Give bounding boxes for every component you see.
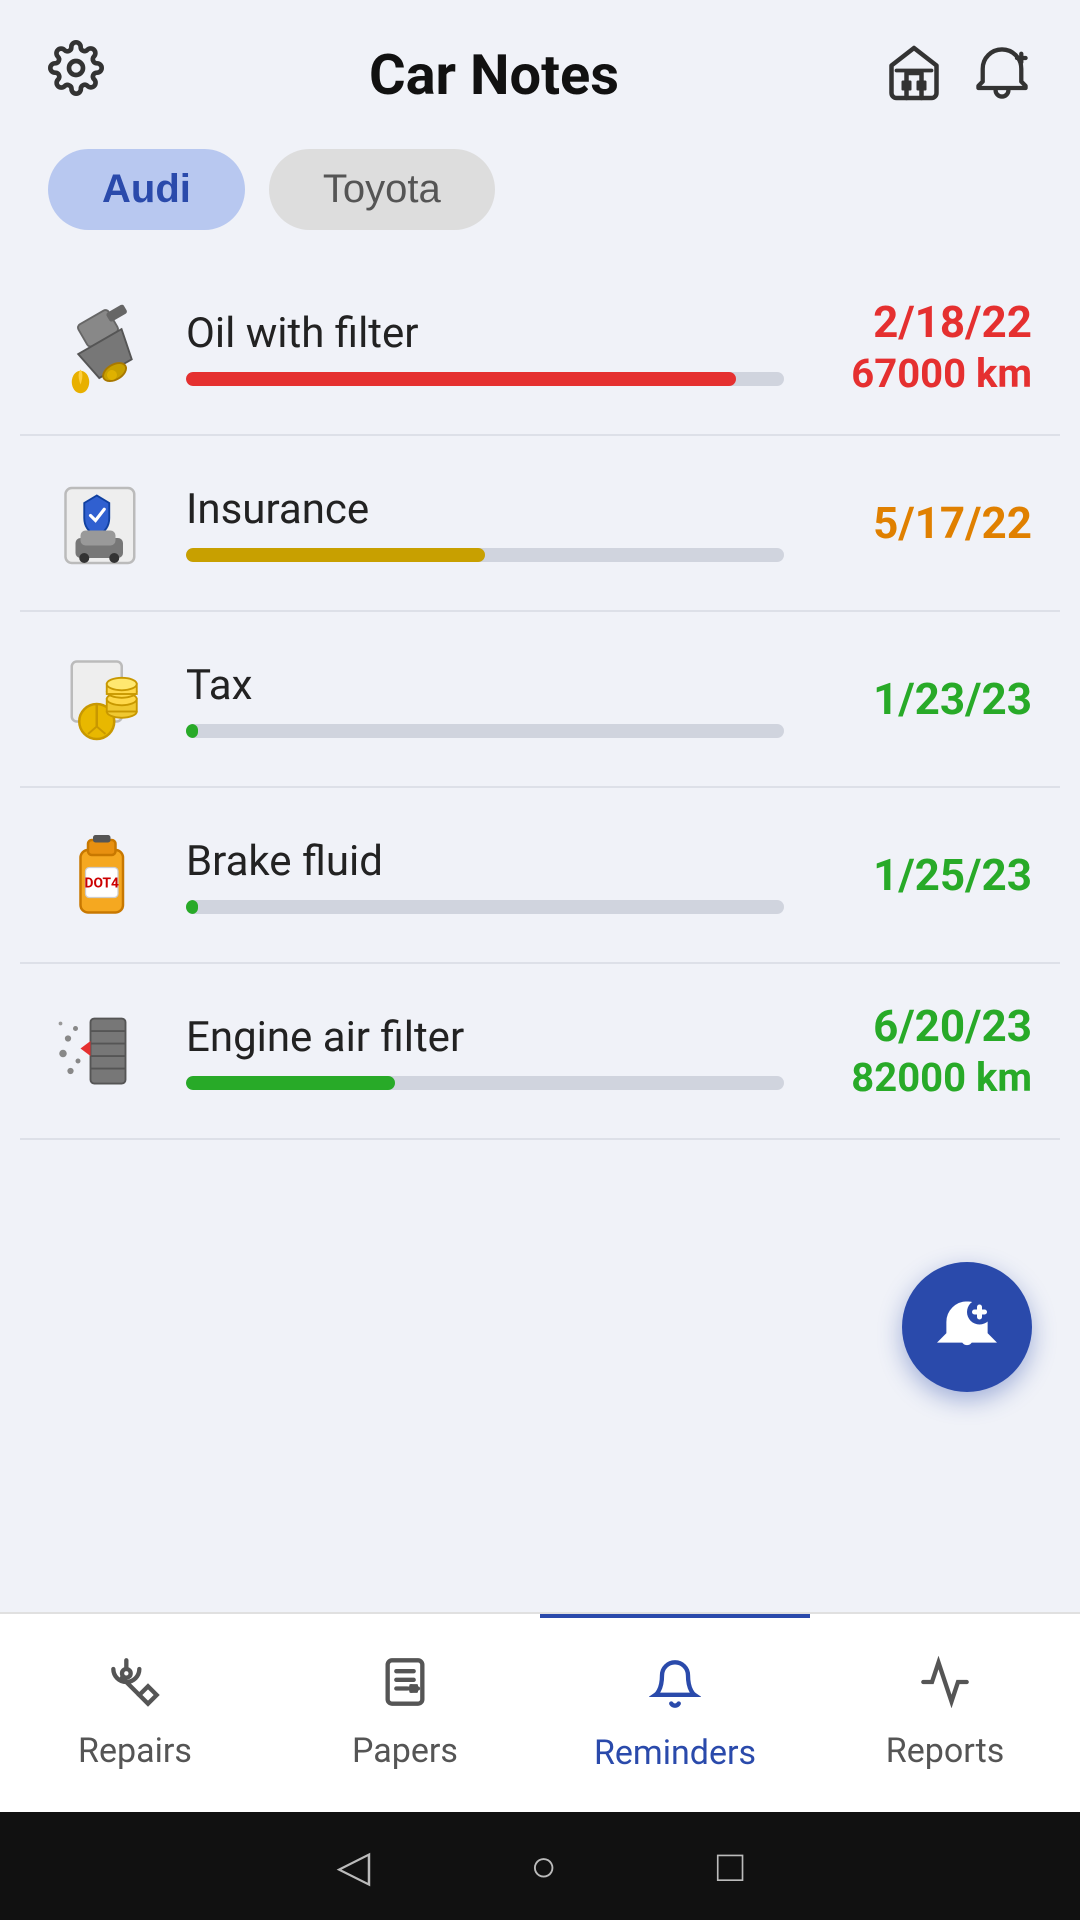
reminder-item-oil[interactable]: Oil with filter 2/18/22 67000 km bbox=[20, 260, 1060, 436]
brake-fluid-date: 1/25/23 bbox=[873, 851, 1032, 899]
insurance-date: 5/17/22 bbox=[873, 499, 1032, 547]
bottom-nav: Repairs Papers bbox=[0, 1612, 1080, 1812]
insurance-content: Insurance bbox=[186, 485, 784, 562]
reports-icon bbox=[919, 1656, 971, 1721]
engine-air-icon bbox=[48, 996, 158, 1106]
engine-air-content: Engine air filter bbox=[186, 1013, 784, 1090]
reminder-item-tax[interactable]: Tax 1/23/23 bbox=[20, 612, 1060, 788]
engine-air-progress-bg bbox=[186, 1076, 784, 1090]
back-button[interactable]: ◁ bbox=[337, 1840, 371, 1892]
oil-progress-bg bbox=[186, 372, 784, 386]
oil-progress-fill bbox=[186, 372, 736, 386]
oil-icon bbox=[48, 292, 158, 402]
reminders-icon bbox=[649, 1658, 701, 1723]
brake-fluid-icon: DOT4 bbox=[48, 820, 158, 930]
tax-progress-bg bbox=[186, 724, 784, 738]
tax-date: 1/23/23 bbox=[873, 675, 1032, 723]
tax-progress-fill bbox=[186, 724, 198, 738]
recent-button[interactable]: □ bbox=[717, 1840, 744, 1892]
brake-fluid-content: Brake fluid bbox=[186, 837, 784, 914]
brake-fluid-progress-fill bbox=[186, 900, 198, 914]
oil-date-wrap: 2/18/22 67000 km bbox=[812, 298, 1032, 396]
nav-item-reports[interactable]: Reports bbox=[810, 1614, 1080, 1812]
nav-item-repairs[interactable]: Repairs bbox=[0, 1614, 270, 1812]
nav-reminders-label: Reminders bbox=[594, 1733, 756, 1773]
car-tabs: Audi Toyota bbox=[0, 129, 1080, 260]
app-title: Car Notes bbox=[104, 42, 884, 108]
insurance-progress-bg bbox=[186, 548, 784, 562]
brake-fluid-progress-bg bbox=[186, 900, 784, 914]
tax-name: Tax bbox=[186, 661, 784, 710]
android-nav-bar: ◁ ○ □ bbox=[0, 1812, 1080, 1920]
tax-content: Tax bbox=[186, 661, 784, 738]
nav-repairs-label: Repairs bbox=[78, 1731, 192, 1771]
header: Car Notes bbox=[0, 0, 1080, 129]
oil-content: Oil with filter bbox=[186, 309, 784, 386]
oil-date: 2/18/22 bbox=[873, 298, 1032, 346]
nav-papers-label: Papers bbox=[352, 1731, 458, 1771]
add-reminder-fab[interactable] bbox=[902, 1262, 1032, 1392]
papers-icon bbox=[379, 1656, 431, 1721]
engine-air-name: Engine air filter bbox=[186, 1013, 784, 1062]
insurance-progress-fill bbox=[186, 548, 485, 562]
tab-toyota[interactable]: Toyota bbox=[269, 149, 495, 230]
app-container: Car Notes Aud bbox=[0, 0, 1080, 1920]
settings-icon[interactable] bbox=[48, 40, 104, 109]
brake-fluid-name: Brake fluid bbox=[186, 837, 784, 886]
tab-audi[interactable]: Audi bbox=[48, 149, 245, 230]
nav-item-papers[interactable]: Papers bbox=[270, 1614, 540, 1812]
brake-fluid-date-wrap: 1/25/23 bbox=[812, 851, 1032, 899]
insurance-name: Insurance bbox=[186, 485, 784, 534]
repairs-icon bbox=[109, 1656, 161, 1721]
oil-km: 67000 km bbox=[851, 352, 1032, 396]
tax-icon bbox=[48, 644, 158, 754]
engine-air-km: 82000 km bbox=[851, 1056, 1032, 1100]
insurance-icon bbox=[48, 468, 158, 578]
nav-item-reminders[interactable]: Reminders bbox=[540, 1614, 810, 1812]
svg-text:DOT4: DOT4 bbox=[85, 876, 119, 892]
reminder-item-brake-fluid[interactable]: DOT4 Brake fluid 1/25/23 bbox=[20, 788, 1060, 964]
engine-air-progress-fill bbox=[186, 1076, 395, 1090]
home-button[interactable]: ○ bbox=[530, 1840, 557, 1892]
garage-icon[interactable] bbox=[884, 43, 944, 107]
nav-reports-label: Reports bbox=[886, 1731, 1005, 1771]
insurance-date-wrap: 5/17/22 bbox=[812, 499, 1032, 547]
header-right bbox=[884, 43, 1032, 107]
engine-air-date: 6/20/23 bbox=[873, 1002, 1032, 1050]
tax-date-wrap: 1/23/23 bbox=[812, 675, 1032, 723]
oil-name: Oil with filter bbox=[186, 309, 784, 358]
reminder-item-engine-air[interactable]: Engine air filter 6/20/23 82000 km bbox=[20, 964, 1060, 1140]
reminder-list: Oil with filter 2/18/22 67000 km bbox=[0, 260, 1080, 1612]
add-notification-icon[interactable] bbox=[972, 43, 1032, 107]
reminder-item-insurance[interactable]: Insurance 5/17/22 bbox=[20, 436, 1060, 612]
engine-air-date-wrap: 6/20/23 82000 km bbox=[812, 1002, 1032, 1100]
